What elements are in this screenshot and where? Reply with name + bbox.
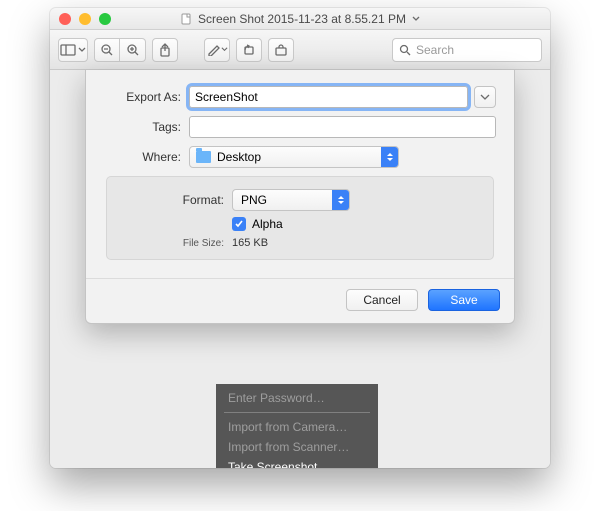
where-label: Where: [104,150,189,164]
updown-stepper-icon [381,147,398,167]
minimize-window-button[interactable] [79,13,91,25]
file-size-value: 165 KB [232,237,268,249]
window-title: Screen Shot 2015-11-23 at 8.55.21 PM [198,12,406,26]
format-label: Format: [117,193,232,207]
export-as-field[interactable] [189,86,468,108]
format-select[interactable]: PNG [232,189,350,211]
tags-label: Tags: [104,120,189,134]
checkmark-icon [232,217,246,231]
folder-icon [196,151,211,163]
menu-item-enter-password: Enter Password… [216,388,378,408]
zoom-window-button[interactable] [99,13,111,25]
search-icon [399,44,411,56]
export-as-label: Export As: [104,90,189,104]
toolbox-button[interactable] [268,38,294,62]
content-area: Enter Password… Import from Camera… Impo… [50,70,550,468]
where-value: Desktop [217,150,261,164]
chevron-down-icon[interactable] [412,15,420,23]
sheet-footer: Cancel Save [86,278,514,323]
rotate-button[interactable] [236,38,262,62]
chevron-down-icon [480,93,490,101]
app-window: Screen Shot 2015-11-23 at 8.55.21 PM Sea… [50,8,550,468]
cancel-button[interactable]: Cancel [346,289,418,311]
sidebar-toggle-button[interactable] [58,38,88,62]
zoom-segment [94,38,146,62]
zoom-out-button[interactable] [94,38,120,62]
menu-separator [224,412,370,413]
format-panel: Format: PNG Alpha [106,176,494,260]
share-button[interactable] [152,38,178,62]
file-size-label: File Size: [117,238,232,249]
updown-stepper-icon [332,190,349,210]
markup-button[interactable] [204,38,230,62]
context-menu: Enter Password… Import from Camera… Impo… [216,384,378,468]
zoom-in-button[interactable] [120,38,146,62]
where-select[interactable]: Desktop [189,146,399,168]
menu-item-take-screenshot[interactable]: Take Screenshot [216,457,378,468]
search-field[interactable]: Search [392,38,542,62]
menu-item-import-camera: Import from Camera… [216,417,378,437]
expand-save-dialog-button[interactable] [474,86,496,108]
menu-item-import-scanner: Import from Scanner… [216,437,378,457]
alpha-checkbox[interactable]: Alpha [232,217,283,231]
export-sheet: Export As: Tags: Where: Desktop [85,70,515,324]
document-icon [180,13,192,25]
save-button[interactable]: Save [428,289,500,311]
alpha-label: Alpha [252,217,283,231]
format-value: PNG [241,193,267,207]
tags-field[interactable] [189,116,496,138]
toolbar: Search [50,30,550,70]
traffic-lights [59,13,111,25]
search-placeholder: Search [416,43,454,57]
titlebar: Screen Shot 2015-11-23 at 8.55.21 PM [50,8,550,30]
close-window-button[interactable] [59,13,71,25]
